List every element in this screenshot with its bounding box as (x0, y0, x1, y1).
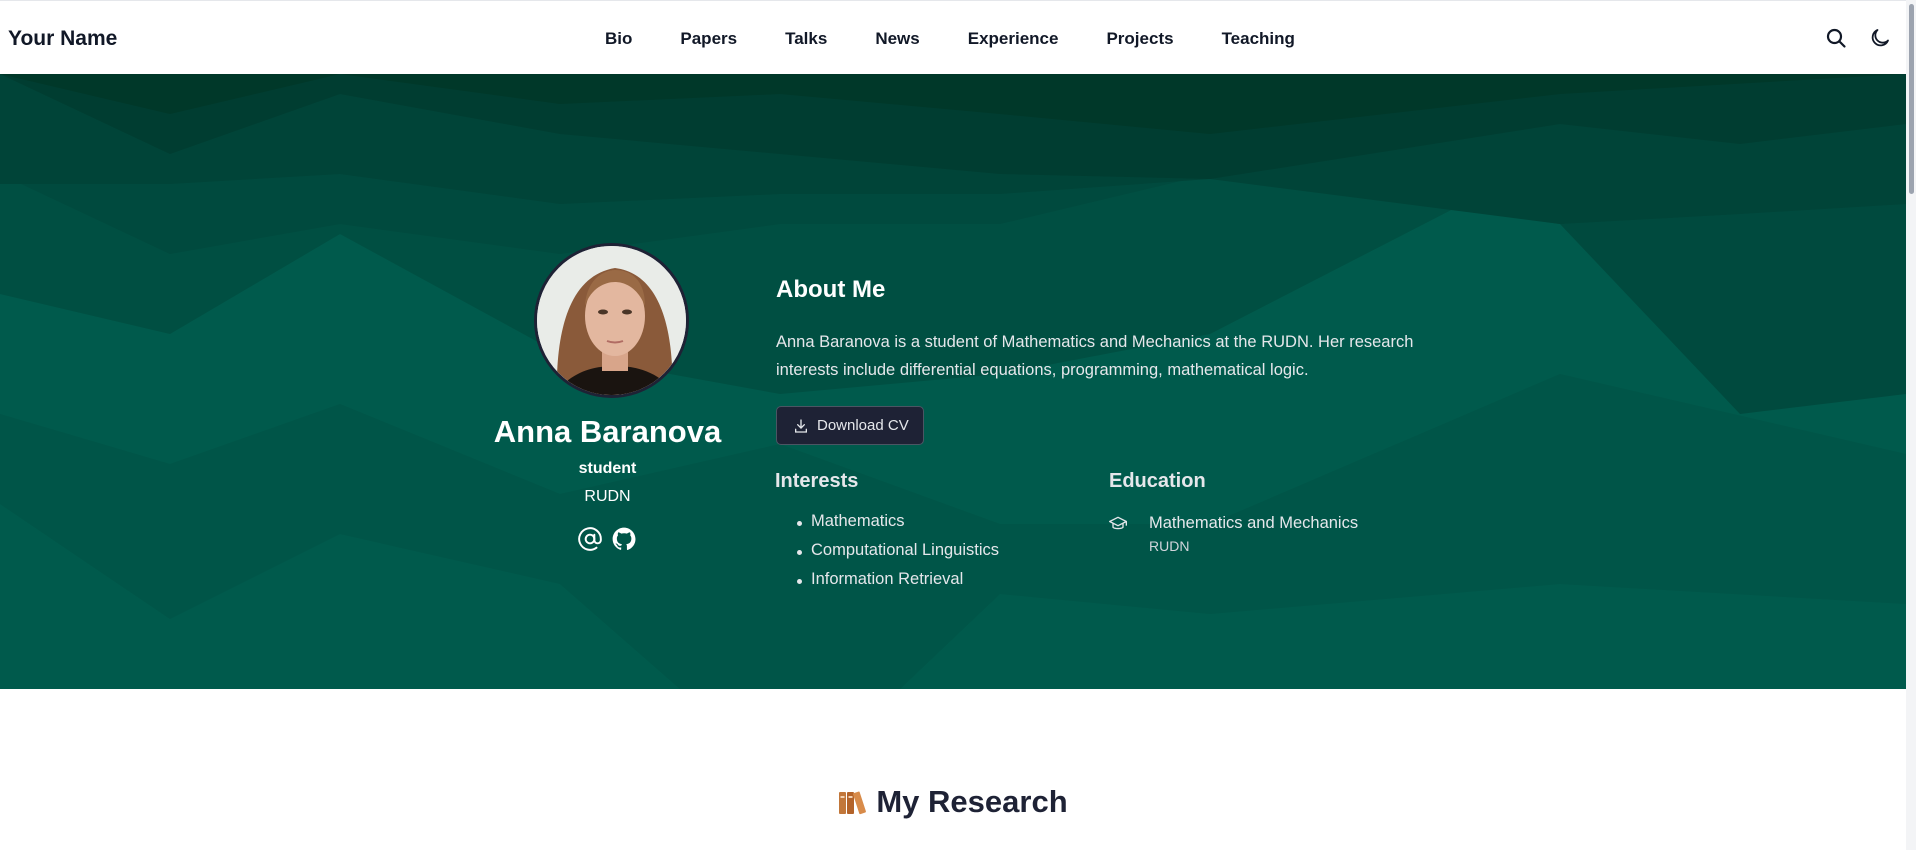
scrollbar[interactable] (1906, 0, 1916, 850)
education-institution: RUDN (1149, 538, 1190, 554)
interest-item: Computational Linguistics (795, 541, 999, 570)
nav-link-news[interactable]: News (875, 29, 919, 49)
moon-icon[interactable] (1868, 26, 1892, 50)
interest-item: Information Retrieval (795, 570, 999, 599)
nav-link-papers[interactable]: Papers (680, 29, 737, 49)
about-text: Anna Baranova is a student of Mathematic… (776, 333, 1414, 379)
social-links (577, 526, 637, 552)
graduation-cap-icon (1109, 516, 1127, 530)
nav-link-experience[interactable]: Experience (968, 29, 1059, 49)
nav-link-projects[interactable]: Projects (1106, 29, 1173, 49)
education-degree: Mathematics and Mechanics (1149, 514, 1359, 532)
profile-avatar (534, 243, 689, 398)
at-sign-icon[interactable] (577, 526, 603, 552)
about-title: About Me (776, 276, 886, 303)
nav-link-talks[interactable]: Talks (785, 29, 827, 49)
research-header: My Research (0, 784, 1906, 820)
nav-link-teaching[interactable]: Teaching (1222, 29, 1295, 49)
books-icon (839, 791, 867, 815)
profile-name: Anna Baranova (493, 414, 722, 449)
scrollbar-thumb[interactable] (1909, 4, 1914, 194)
profile-role: student (578, 460, 637, 477)
search-icon[interactable] (1824, 26, 1848, 50)
nav-links: Bio Papers Talks News Experience Project… (605, 29, 1295, 49)
research-title: My Research (876, 784, 1068, 819)
interests-list: Mathematics Computational Linguistics In… (795, 512, 999, 599)
education-title: Education (1109, 470, 1206, 492)
interest-item: Mathematics (795, 512, 999, 541)
profile-organization: RUDN (584, 488, 631, 505)
top-navbar: Your Name Bio Papers Talks News Experien… (0, 0, 1916, 74)
download-icon (795, 418, 807, 433)
download-cv-label: Download CV (817, 417, 909, 434)
site-brand[interactable]: Your Name (8, 27, 117, 51)
interests-title: Interests (775, 470, 859, 492)
nav-link-bio[interactable]: Bio (605, 29, 632, 49)
download-cv-button[interactable]: Download CV (776, 406, 924, 445)
github-icon[interactable] (611, 526, 637, 552)
hero-section: Anna Baranova student RUDN About Me Anna… (0, 74, 1906, 689)
